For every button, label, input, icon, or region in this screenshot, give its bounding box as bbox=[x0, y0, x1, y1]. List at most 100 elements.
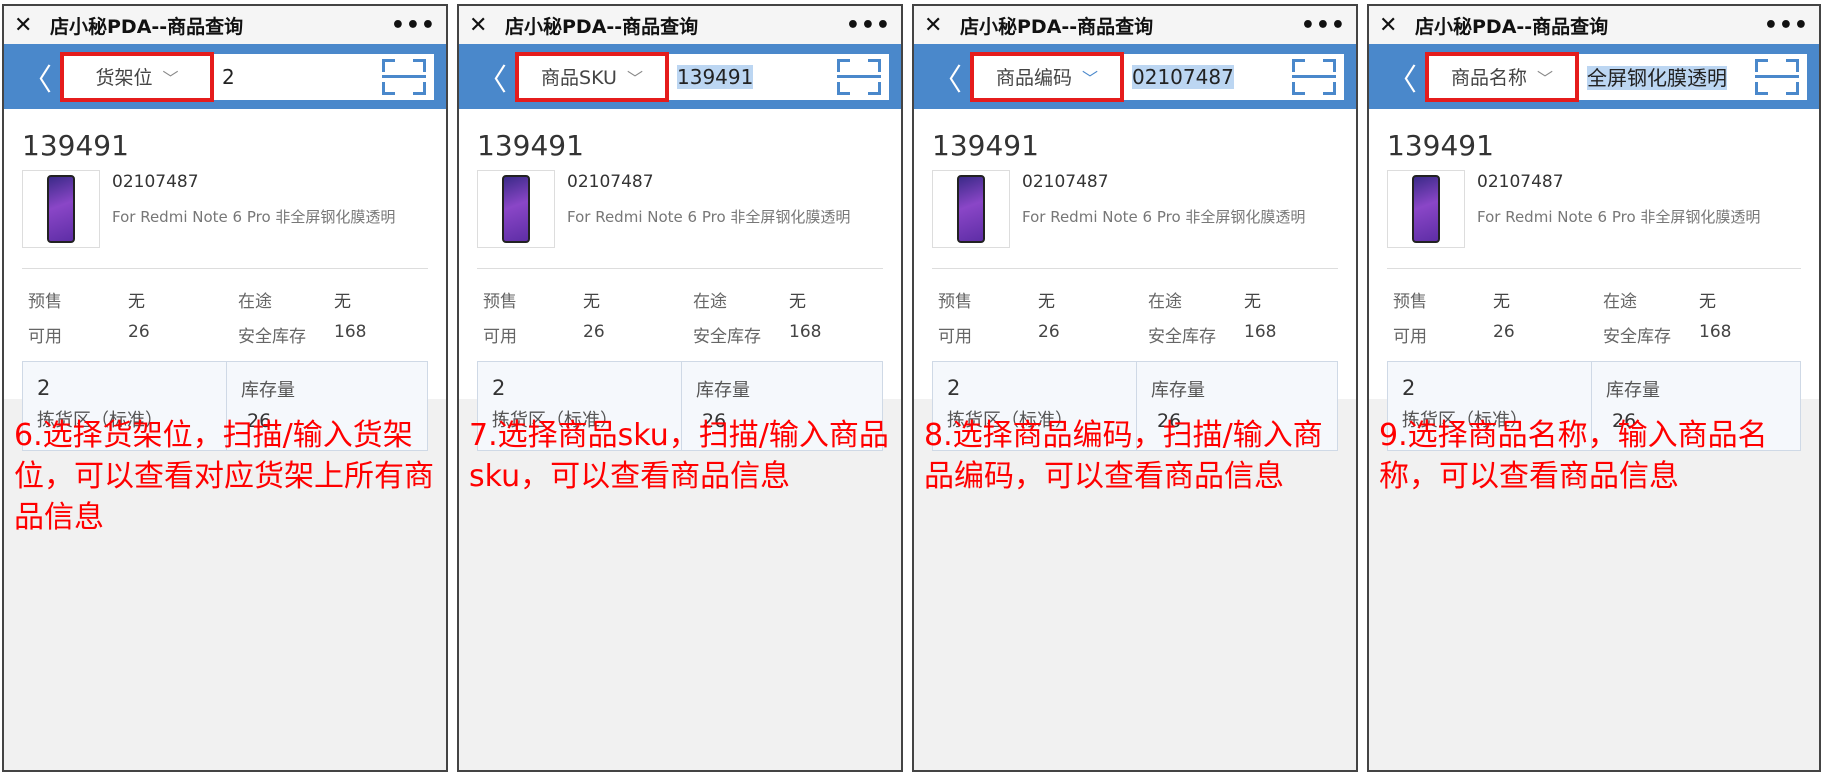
presale-value: 无 bbox=[128, 292, 145, 312]
search-type-select[interactable]: 商品编码 ﹀ bbox=[970, 51, 1124, 102]
search-type-select[interactable]: 商品名称 ﹀ bbox=[1425, 51, 1579, 102]
product-sku: 139491 bbox=[22, 129, 129, 162]
safety-stock-label: 安全库存 bbox=[238, 327, 306, 347]
stock-stats: 预售 无 在途 无 可用 26 安全库存 168 bbox=[932, 269, 1338, 347]
chevron-down-icon: ﹀ bbox=[626, 68, 643, 88]
product-row: 02107487 For Redmi Note 6 Pro 非全屏钢化膜透明 bbox=[1387, 170, 1801, 269]
presale-value: 无 bbox=[1038, 292, 1055, 312]
available-value: 26 bbox=[583, 322, 605, 342]
scan-icon[interactable] bbox=[1292, 58, 1336, 95]
back-icon[interactable]: 〈 bbox=[1387, 55, 1417, 99]
product-code: 02107487 bbox=[1477, 172, 1564, 192]
safety-stock-label: 安全库存 bbox=[693, 327, 761, 347]
presale-value: 无 bbox=[583, 292, 600, 312]
window-title: 店小秘PDA--商品查询 bbox=[50, 15, 244, 38]
stock-stats: 预售 无 在途 无 可用 26 安全库存 168 bbox=[22, 269, 428, 347]
phone-image-icon bbox=[957, 175, 985, 243]
search-type-label: 货架位 bbox=[95, 67, 153, 89]
search-input[interactable]: 全屏钢化膜透明 bbox=[1577, 62, 1755, 91]
transit-label: 在途 bbox=[693, 292, 727, 312]
more-icon[interactable]: ••• bbox=[1764, 13, 1809, 38]
back-icon[interactable]: 〈 bbox=[477, 55, 507, 99]
phone-image-icon bbox=[1412, 175, 1440, 243]
safety-stock-value: 168 bbox=[1699, 322, 1732, 342]
search-type-select[interactable]: 货架位 ﹀ bbox=[60, 51, 214, 102]
safety-stock-value: 168 bbox=[789, 322, 822, 342]
search-input[interactable]: 2 bbox=[212, 65, 382, 89]
close-icon[interactable]: ✕ bbox=[14, 13, 36, 38]
search-box: 货架位 ﹀ 2 bbox=[60, 51, 434, 102]
search-input-value: 全屏钢化膜透明 bbox=[1587, 66, 1727, 90]
scan-icon[interactable] bbox=[837, 58, 881, 95]
panel-code-search: ✕ 店小秘PDA--商品查询 ••• 〈 商品编码 ﹀ 02107487 139… bbox=[912, 4, 1358, 772]
panel-name-search: ✕ 店小秘PDA--商品查询 ••• 〈 商品名称 ﹀ 全屏钢化膜透明 1394… bbox=[1367, 4, 1821, 772]
product-name: For Redmi Note 6 Pro 非全屏钢化膜透明 bbox=[567, 208, 851, 226]
close-icon[interactable]: ✕ bbox=[924, 13, 946, 38]
search-bar: 〈 商品编码 ﹀ 02107487 bbox=[914, 44, 1356, 109]
search-box: 商品SKU ﹀ 139491 bbox=[515, 51, 889, 102]
transit-value: 无 bbox=[334, 292, 351, 312]
available-label: 可用 bbox=[483, 327, 517, 347]
search-type-label: 商品编码 bbox=[995, 67, 1072, 89]
search-input[interactable]: 02107487 bbox=[1122, 64, 1292, 89]
window-title: 店小秘PDA--商品查询 bbox=[960, 15, 1154, 38]
product-thumbnail bbox=[932, 170, 1010, 248]
search-box: 商品名称 ﹀ 全屏钢化膜透明 bbox=[1425, 51, 1807, 102]
transit-value: 无 bbox=[789, 292, 806, 312]
search-bar: 〈 货架位 ﹀ 2 bbox=[4, 44, 446, 109]
search-input-value: 139491 bbox=[677, 64, 754, 89]
available-value: 26 bbox=[1493, 322, 1515, 342]
shelf-number: 2 bbox=[947, 376, 961, 400]
presale-label: 预售 bbox=[28, 292, 62, 312]
close-icon[interactable]: ✕ bbox=[1379, 13, 1401, 38]
product-card: 139491 02107487 For Redmi Note 6 Pro 非全屏… bbox=[4, 109, 446, 451]
title-bar: ✕ 店小秘PDA--商品查询 ••• bbox=[4, 6, 446, 44]
stock-qty-label: 库存量 bbox=[1151, 380, 1205, 401]
product-name: For Redmi Note 6 Pro 非全屏钢化膜透明 bbox=[1477, 208, 1761, 226]
product-card: 139491 02107487 For Redmi Note 6 Pro 非全屏… bbox=[459, 109, 901, 451]
presale-label: 预售 bbox=[938, 292, 972, 312]
stock-stats: 预售 无 在途 无 可用 26 安全库存 168 bbox=[477, 269, 883, 347]
safety-stock-label: 安全库存 bbox=[1148, 327, 1216, 347]
search-type-select[interactable]: 商品SKU ﹀ bbox=[515, 51, 669, 102]
chevron-down-icon: ﹀ bbox=[1082, 68, 1099, 88]
shelf-number: 2 bbox=[1402, 376, 1416, 400]
safety-stock-value: 168 bbox=[334, 322, 367, 342]
transit-label: 在途 bbox=[1148, 292, 1182, 312]
shelf-number: 2 bbox=[492, 376, 506, 400]
product-code: 02107487 bbox=[1022, 172, 1109, 192]
product-thumbnail bbox=[22, 170, 100, 248]
scan-icon[interactable] bbox=[382, 58, 426, 95]
product-card: 139491 02107487 For Redmi Note 6 Pro 非全屏… bbox=[1369, 109, 1819, 451]
search-input[interactable]: 139491 bbox=[667, 64, 837, 89]
safety-stock-value: 168 bbox=[1244, 322, 1277, 342]
phone-image-icon bbox=[47, 175, 75, 243]
scan-icon[interactable] bbox=[1755, 58, 1799, 95]
product-row: 02107487 For Redmi Note 6 Pro 非全屏钢化膜透明 bbox=[932, 170, 1338, 269]
back-icon[interactable]: 〈 bbox=[932, 55, 962, 99]
product-name: For Redmi Note 6 Pro 非全屏钢化膜透明 bbox=[1022, 208, 1306, 226]
product-thumbnail bbox=[1387, 170, 1465, 248]
title-bar: ✕ 店小秘PDA--商品查询 ••• bbox=[1369, 6, 1819, 44]
available-label: 可用 bbox=[28, 327, 62, 347]
available-value: 26 bbox=[1038, 322, 1060, 342]
close-icon[interactable]: ✕ bbox=[469, 13, 491, 38]
product-code: 02107487 bbox=[567, 172, 654, 192]
more-icon[interactable]: ••• bbox=[391, 13, 436, 38]
back-icon[interactable]: 〈 bbox=[22, 55, 52, 99]
search-input-value: 02107487 bbox=[1132, 64, 1234, 89]
more-icon[interactable]: ••• bbox=[846, 13, 891, 38]
product-sku: 139491 bbox=[932, 129, 1039, 162]
search-type-label: 商品名称 bbox=[1450, 67, 1527, 89]
more-icon[interactable]: ••• bbox=[1301, 13, 1346, 38]
panel-sku-search: ✕ 店小秘PDA--商品查询 ••• 〈 商品SKU ﹀ 139491 1394… bbox=[457, 4, 903, 772]
stock-qty-label: 库存量 bbox=[241, 380, 295, 401]
search-input-value: 2 bbox=[222, 64, 235, 89]
product-sku: 139491 bbox=[1387, 129, 1494, 162]
transit-label: 在途 bbox=[1603, 292, 1637, 312]
presale-label: 预售 bbox=[483, 292, 517, 312]
product-sku: 139491 bbox=[477, 129, 584, 162]
search-bar: 〈 商品SKU ﹀ 139491 bbox=[459, 44, 901, 109]
transit-label: 在途 bbox=[238, 292, 272, 312]
phone-image-icon bbox=[502, 175, 530, 243]
